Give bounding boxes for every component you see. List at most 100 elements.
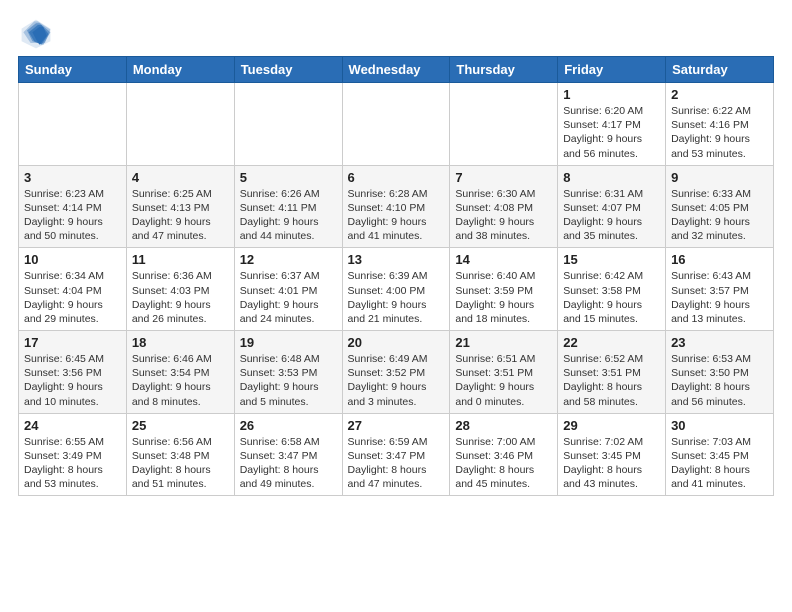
day-number: 7 <box>455 170 552 185</box>
calendar-header-tuesday: Tuesday <box>234 57 342 83</box>
calendar-cell <box>19 83 127 166</box>
day-info: Sunrise: 6:25 AMSunset: 4:13 PMDaylight:… <box>132 187 229 244</box>
calendar-cell: 28 Sunrise: 7:00 AMSunset: 3:46 PMDayligh… <box>450 413 558 496</box>
day-info: Sunrise: 6:39 AMSunset: 4:00 PMDaylight:… <box>348 269 445 326</box>
day-number: 23 <box>671 335 768 350</box>
calendar-cell: 29 Sunrise: 7:02 AMSunset: 3:45 PMDayligh… <box>558 413 666 496</box>
calendar-table: SundayMondayTuesdayWednesdayThursdayFrid… <box>18 56 774 496</box>
day-info: Sunrise: 6:26 AMSunset: 4:11 PMDaylight:… <box>240 187 337 244</box>
day-number: 22 <box>563 335 660 350</box>
day-number: 25 <box>132 418 229 433</box>
calendar-header-saturday: Saturday <box>666 57 774 83</box>
day-info: Sunrise: 6:43 AMSunset: 3:57 PMDaylight:… <box>671 269 768 326</box>
calendar-cell: 4 Sunrise: 6:25 AMSunset: 4:13 PMDaylight… <box>126 165 234 248</box>
day-info: Sunrise: 7:02 AMSunset: 3:45 PMDaylight:… <box>563 435 660 492</box>
calendar-header-row: SundayMondayTuesdayWednesdayThursdayFrid… <box>19 57 774 83</box>
day-number: 4 <box>132 170 229 185</box>
day-info: Sunrise: 6:55 AMSunset: 3:49 PMDaylight:… <box>24 435 121 492</box>
calendar-header-wednesday: Wednesday <box>342 57 450 83</box>
calendar-cell: 21 Sunrise: 6:51 AMSunset: 3:51 PMDayligh… <box>450 331 558 414</box>
page: SundayMondayTuesdayWednesdayThursdayFrid… <box>0 0 792 506</box>
day-number: 15 <box>563 252 660 267</box>
day-info: Sunrise: 6:20 AMSunset: 4:17 PMDaylight:… <box>563 104 660 161</box>
day-info: Sunrise: 6:22 AMSunset: 4:16 PMDaylight:… <box>671 104 768 161</box>
day-number: 28 <box>455 418 552 433</box>
day-info: Sunrise: 6:45 AMSunset: 3:56 PMDaylight:… <box>24 352 121 409</box>
day-number: 8 <box>563 170 660 185</box>
calendar-cell: 30 Sunrise: 7:03 AMSunset: 3:45 PMDayligh… <box>666 413 774 496</box>
calendar-cell: 24 Sunrise: 6:55 AMSunset: 3:49 PMDayligh… <box>19 413 127 496</box>
calendar-cell: 26 Sunrise: 6:58 AMSunset: 3:47 PMDayligh… <box>234 413 342 496</box>
calendar-cell: 3Sunrise: 6:23 AMSunset: 4:14 PMDaylight… <box>19 165 127 248</box>
calendar-header-friday: Friday <box>558 57 666 83</box>
calendar-cell <box>234 83 342 166</box>
day-info: Sunrise: 6:46 AMSunset: 3:54 PMDaylight:… <box>132 352 229 409</box>
calendar-cell: 8 Sunrise: 6:31 AMSunset: 4:07 PMDaylight… <box>558 165 666 248</box>
day-number: 26 <box>240 418 337 433</box>
day-info: Sunrise: 6:30 AMSunset: 4:08 PMDaylight:… <box>455 187 552 244</box>
day-number: 20 <box>348 335 445 350</box>
calendar-cell: 1 Sunrise: 6:20 AMSunset: 4:17 PMDaylight… <box>558 83 666 166</box>
day-number: 30 <box>671 418 768 433</box>
day-number: 24 <box>24 418 121 433</box>
header <box>18 16 774 52</box>
calendar-cell: 14 Sunrise: 6:40 AMSunset: 3:59 PMDayligh… <box>450 248 558 331</box>
day-number: 10 <box>24 252 121 267</box>
day-number: 5 <box>240 170 337 185</box>
logo-icon <box>18 16 54 52</box>
day-number: 29 <box>563 418 660 433</box>
day-info: Sunrise: 6:51 AMSunset: 3:51 PMDaylight:… <box>455 352 552 409</box>
calendar-header-monday: Monday <box>126 57 234 83</box>
calendar-cell <box>450 83 558 166</box>
calendar-week-4: 17Sunrise: 6:45 AMSunset: 3:56 PMDayligh… <box>19 331 774 414</box>
day-number: 16 <box>671 252 768 267</box>
day-info: Sunrise: 6:52 AMSunset: 3:51 PMDaylight:… <box>563 352 660 409</box>
day-info: Sunrise: 6:40 AMSunset: 3:59 PMDaylight:… <box>455 269 552 326</box>
day-info: Sunrise: 6:58 AMSunset: 3:47 PMDaylight:… <box>240 435 337 492</box>
calendar-cell <box>342 83 450 166</box>
calendar-cell: 7 Sunrise: 6:30 AMSunset: 4:08 PMDaylight… <box>450 165 558 248</box>
calendar-cell: 20 Sunrise: 6:49 AMSunset: 3:52 PMDayligh… <box>342 331 450 414</box>
day-number: 12 <box>240 252 337 267</box>
calendar-cell: 9Sunrise: 6:33 AMSunset: 4:05 PMDaylight… <box>666 165 774 248</box>
calendar-cell: 13 Sunrise: 6:39 AMSunset: 4:00 PMDayligh… <box>342 248 450 331</box>
calendar-cell: 6 Sunrise: 6:28 AMSunset: 4:10 PMDaylight… <box>342 165 450 248</box>
day-info: Sunrise: 7:03 AMSunset: 3:45 PMDaylight:… <box>671 435 768 492</box>
calendar-cell: 10 Sunrise: 6:34 AMSunset: 4:04 PMDayligh… <box>19 248 127 331</box>
day-info: Sunrise: 6:34 AMSunset: 4:04 PMDaylight:… <box>24 269 121 326</box>
calendar-cell: 2 Sunrise: 6:22 AMSunset: 4:16 PMDaylight… <box>666 83 774 166</box>
day-number: 2 <box>671 87 768 102</box>
calendar-cell: 27Sunrise: 6:59 AMSunset: 3:47 PMDayligh… <box>342 413 450 496</box>
day-number: 9 <box>671 170 768 185</box>
calendar-cell: 15Sunrise: 6:42 AMSunset: 3:58 PMDayligh… <box>558 248 666 331</box>
day-info: Sunrise: 6:23 AMSunset: 4:14 PMDaylight:… <box>24 187 121 244</box>
calendar-cell: 11Sunrise: 6:36 AMSunset: 4:03 PMDayligh… <box>126 248 234 331</box>
calendar-week-3: 10 Sunrise: 6:34 AMSunset: 4:04 PMDayligh… <box>19 248 774 331</box>
day-number: 6 <box>348 170 445 185</box>
logo <box>18 16 58 52</box>
day-number: 1 <box>563 87 660 102</box>
day-info: Sunrise: 6:36 AMSunset: 4:03 PMDaylight:… <box>132 269 229 326</box>
day-info: Sunrise: 6:49 AMSunset: 3:52 PMDaylight:… <box>348 352 445 409</box>
day-number: 21 <box>455 335 552 350</box>
day-number: 27 <box>348 418 445 433</box>
day-number: 14 <box>455 252 552 267</box>
day-number: 13 <box>348 252 445 267</box>
day-number: 19 <box>240 335 337 350</box>
calendar-week-5: 24 Sunrise: 6:55 AMSunset: 3:49 PMDayligh… <box>19 413 774 496</box>
calendar-week-2: 3Sunrise: 6:23 AMSunset: 4:14 PMDaylight… <box>19 165 774 248</box>
day-info: Sunrise: 6:31 AMSunset: 4:07 PMDaylight:… <box>563 187 660 244</box>
day-info: Sunrise: 6:28 AMSunset: 4:10 PMDaylight:… <box>348 187 445 244</box>
calendar-cell: 16 Sunrise: 6:43 AMSunset: 3:57 PMDayligh… <box>666 248 774 331</box>
calendar-week-1: 1 Sunrise: 6:20 AMSunset: 4:17 PMDaylight… <box>19 83 774 166</box>
day-info: Sunrise: 6:56 AMSunset: 3:48 PMDaylight:… <box>132 435 229 492</box>
calendar-cell: 5 Sunrise: 6:26 AMSunset: 4:11 PMDaylight… <box>234 165 342 248</box>
calendar-cell: 17Sunrise: 6:45 AMSunset: 3:56 PMDayligh… <box>19 331 127 414</box>
calendar-cell: 23Sunrise: 6:53 AMSunset: 3:50 PMDayligh… <box>666 331 774 414</box>
calendar-cell: 12Sunrise: 6:37 AMSunset: 4:01 PMDayligh… <box>234 248 342 331</box>
day-number: 18 <box>132 335 229 350</box>
day-info: Sunrise: 7:00 AMSunset: 3:46 PMDaylight:… <box>455 435 552 492</box>
calendar-cell: 19 Sunrise: 6:48 AMSunset: 3:53 PMDayligh… <box>234 331 342 414</box>
day-info: Sunrise: 6:48 AMSunset: 3:53 PMDaylight:… <box>240 352 337 409</box>
calendar-header-sunday: Sunday <box>19 57 127 83</box>
